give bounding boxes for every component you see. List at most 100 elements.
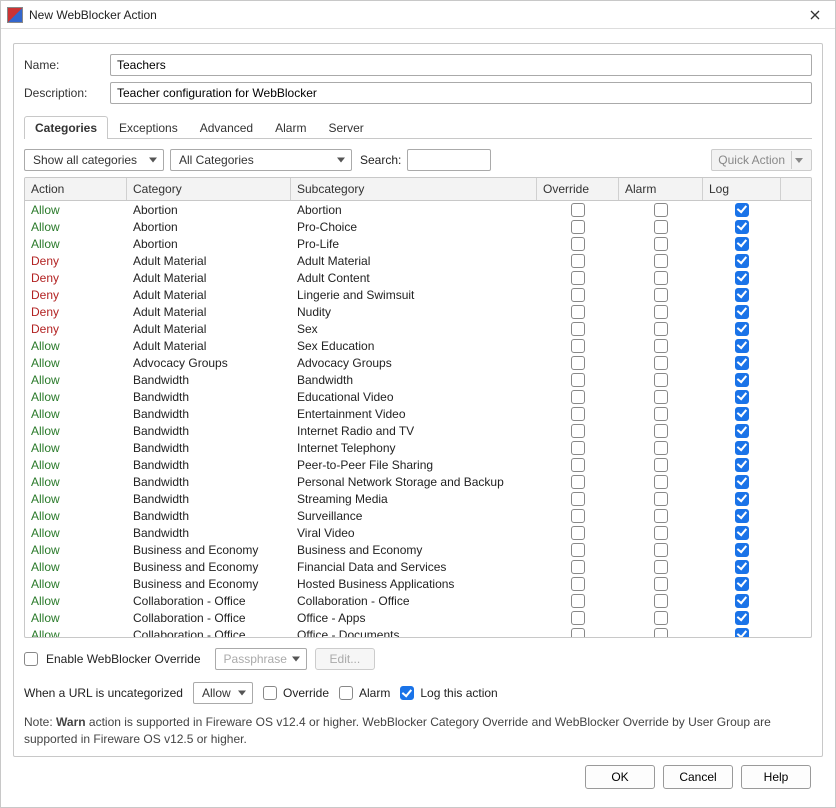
row-override-checkbox[interactable] (571, 628, 585, 638)
row-log-checkbox[interactable] (735, 322, 749, 336)
row-alarm-checkbox[interactable] (654, 628, 668, 638)
row-log-checkbox[interactable] (735, 594, 749, 608)
row-log-checkbox[interactable] (735, 203, 749, 217)
table-row[interactable]: AllowBandwidthEducational Video (25, 388, 811, 405)
row-alarm-checkbox[interactable] (654, 441, 668, 455)
table-row[interactable]: AllowBandwidthSurveillance (25, 507, 811, 524)
row-log-checkbox[interactable] (735, 526, 749, 540)
row-alarm-checkbox[interactable] (654, 424, 668, 438)
tab-server[interactable]: Server (317, 116, 374, 139)
row-override-checkbox[interactable] (571, 577, 585, 591)
row-override-checkbox[interactable] (571, 407, 585, 421)
row-log-checkbox[interactable] (735, 254, 749, 268)
row-log-checkbox[interactable] (735, 543, 749, 557)
row-override-checkbox[interactable] (571, 424, 585, 438)
row-log-checkbox[interactable] (735, 407, 749, 421)
col-action[interactable]: Action (25, 178, 127, 200)
row-log-checkbox[interactable] (735, 390, 749, 404)
row-log-checkbox[interactable] (735, 305, 749, 319)
row-log-checkbox[interactable] (735, 458, 749, 472)
table-row[interactable]: AllowCollaboration - OfficeCollaboration… (25, 592, 811, 609)
row-alarm-checkbox[interactable] (654, 390, 668, 404)
row-alarm-checkbox[interactable] (654, 339, 668, 353)
passphrase-dropdown[interactable]: Passphrase (215, 648, 307, 670)
row-alarm-checkbox[interactable] (654, 237, 668, 251)
row-alarm-checkbox[interactable] (654, 271, 668, 285)
row-log-checkbox[interactable] (735, 356, 749, 370)
row-override-checkbox[interactable] (571, 356, 585, 370)
uncat-alarm-checkbox[interactable] (339, 686, 353, 700)
row-alarm-checkbox[interactable] (654, 356, 668, 370)
table-row[interactable]: DenyAdult MaterialAdult Content (25, 269, 811, 286)
table-row[interactable]: AllowCollaboration - OfficeOffice - Docu… (25, 626, 811, 637)
description-input[interactable] (110, 82, 812, 104)
row-log-checkbox[interactable] (735, 560, 749, 574)
close-button[interactable] (801, 4, 829, 26)
search-input[interactable] (407, 149, 491, 171)
row-alarm-checkbox[interactable] (654, 509, 668, 523)
row-override-checkbox[interactable] (571, 271, 585, 285)
enable-override-checkbox[interactable] (24, 652, 38, 666)
row-override-checkbox[interactable] (571, 373, 585, 387)
table-row[interactable]: DenyAdult MaterialNudity (25, 303, 811, 320)
row-override-checkbox[interactable] (571, 492, 585, 506)
row-override-checkbox[interactable] (571, 288, 585, 302)
quick-action-dropdown[interactable]: Quick Action (711, 149, 812, 171)
tab-categories[interactable]: Categories (24, 116, 108, 139)
row-override-checkbox[interactable] (571, 458, 585, 472)
row-log-checkbox[interactable] (735, 424, 749, 438)
table-row[interactable]: AllowBandwidthEntertainment Video (25, 405, 811, 422)
row-log-checkbox[interactable] (735, 441, 749, 455)
row-override-checkbox[interactable] (571, 543, 585, 557)
row-log-checkbox[interactable] (735, 373, 749, 387)
col-category[interactable]: Category (127, 178, 291, 200)
table-row[interactable]: DenyAdult MaterialLingerie and Swimsuit (25, 286, 811, 303)
table-row[interactable]: AllowBandwidthInternet Telephony (25, 439, 811, 456)
row-log-checkbox[interactable] (735, 288, 749, 302)
row-alarm-checkbox[interactable] (654, 254, 668, 268)
row-alarm-checkbox[interactable] (654, 526, 668, 540)
table-row[interactable]: DenyAdult MaterialSex (25, 320, 811, 337)
edit-passphrase-button[interactable]: Edit... (315, 648, 376, 670)
table-row[interactable]: AllowBusiness and EconomyFinancial Data … (25, 558, 811, 575)
table-row[interactable]: AllowCollaboration - OfficeOffice - Apps (25, 609, 811, 626)
table-row[interactable]: AllowBusiness and EconomyBusiness and Ec… (25, 541, 811, 558)
table-row[interactable]: AllowAdult MaterialSex Education (25, 337, 811, 354)
col-log[interactable]: Log (703, 178, 781, 200)
tab-alarm[interactable]: Alarm (264, 116, 317, 139)
row-alarm-checkbox[interactable] (654, 458, 668, 472)
row-alarm-checkbox[interactable] (654, 407, 668, 421)
row-override-checkbox[interactable] (571, 611, 585, 625)
row-log-checkbox[interactable] (735, 220, 749, 234)
row-alarm-checkbox[interactable] (654, 577, 668, 591)
help-button[interactable]: Help (741, 765, 811, 789)
row-alarm-checkbox[interactable] (654, 288, 668, 302)
row-log-checkbox[interactable] (735, 611, 749, 625)
row-override-checkbox[interactable] (571, 237, 585, 251)
row-alarm-checkbox[interactable] (654, 220, 668, 234)
table-row[interactable]: AllowAdvocacy GroupsAdvocacy Groups (25, 354, 811, 371)
row-override-checkbox[interactable] (571, 220, 585, 234)
tab-exceptions[interactable]: Exceptions (108, 116, 189, 139)
row-override-checkbox[interactable] (571, 390, 585, 404)
table-row[interactable]: AllowAbortionPro-Life (25, 235, 811, 252)
table-row[interactable]: AllowBandwidthViral Video (25, 524, 811, 541)
row-log-checkbox[interactable] (735, 492, 749, 506)
row-alarm-checkbox[interactable] (654, 611, 668, 625)
row-override-checkbox[interactable] (571, 441, 585, 455)
row-log-checkbox[interactable] (735, 339, 749, 353)
row-log-checkbox[interactable] (735, 271, 749, 285)
row-alarm-checkbox[interactable] (654, 305, 668, 319)
col-alarm[interactable]: Alarm (619, 178, 703, 200)
col-subcategory[interactable]: Subcategory (291, 178, 537, 200)
table-row[interactable]: DenyAdult MaterialAdult Material (25, 252, 811, 269)
table-row[interactable]: AllowBandwidthPersonal Network Storage a… (25, 473, 811, 490)
col-override[interactable]: Override (537, 178, 619, 200)
table-row[interactable]: AllowBandwidthInternet Radio and TV (25, 422, 811, 439)
table-row[interactable]: AllowBandwidthStreaming Media (25, 490, 811, 507)
uncat-log-checkbox[interactable] (400, 686, 414, 700)
row-alarm-checkbox[interactable] (654, 475, 668, 489)
row-override-checkbox[interactable] (571, 560, 585, 574)
row-override-checkbox[interactable] (571, 509, 585, 523)
row-log-checkbox[interactable] (735, 475, 749, 489)
